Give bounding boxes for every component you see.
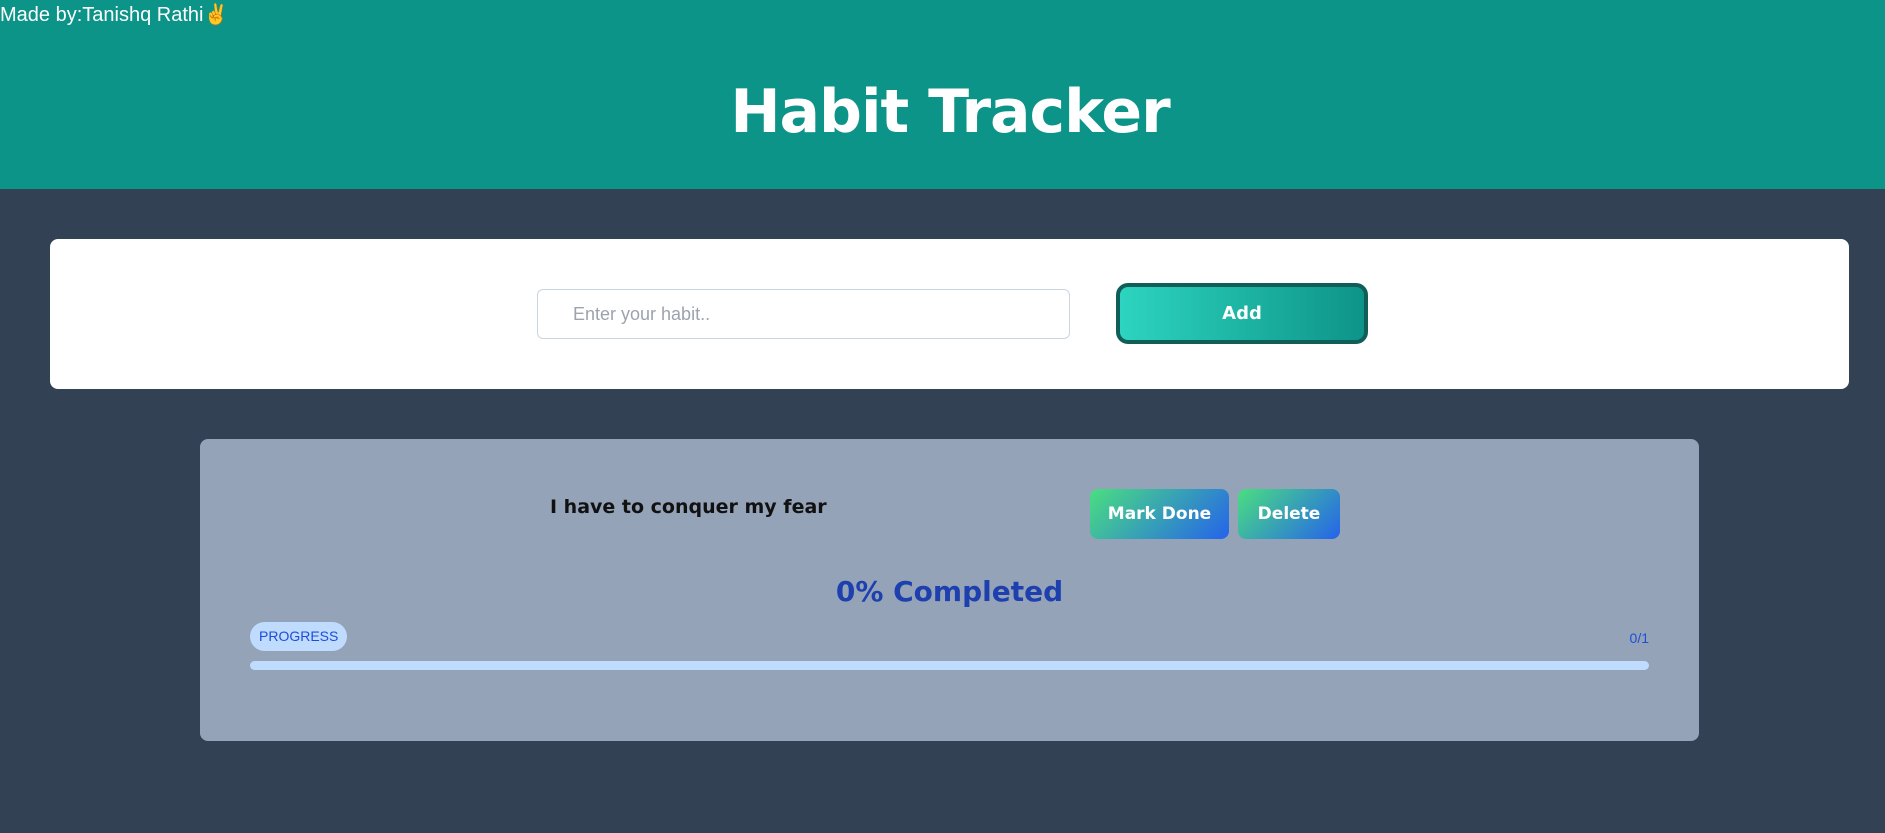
habit-card: I have to conquer my fear Mark Done Dele… (200, 439, 1699, 741)
progress-count: 0/1 (1629, 630, 1649, 646)
mark-done-button[interactable]: Mark Done (1090, 489, 1229, 539)
progress-bar (250, 661, 1649, 670)
hand-emoji-icon: ✌ (203, 4, 229, 26)
completion-percentage: 0% Completed (835, 575, 1064, 608)
add-button[interactable]: Add (1116, 283, 1368, 344)
author-credit-text: Made by:Tanishq Rathi (0, 4, 204, 26)
habit-input[interactable] (537, 289, 1070, 339)
app-header: Made by:Tanishq Rathi✌ Habit Tracker (0, 0, 1885, 189)
add-habit-panel: Add (50, 239, 1849, 389)
habit-name: I have to conquer my fear (550, 496, 827, 518)
page-title: Habit Tracker (730, 77, 1170, 147)
progress-label-badge: PROGRESS (250, 622, 348, 651)
delete-button[interactable]: Delete (1238, 489, 1340, 539)
author-credit: Made by:Tanishq Rathi✌ (0, 2, 228, 28)
